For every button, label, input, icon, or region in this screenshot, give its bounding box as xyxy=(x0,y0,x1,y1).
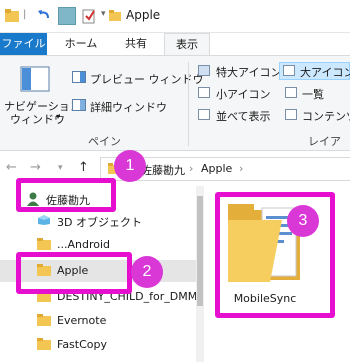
pane-group-label: ペイン xyxy=(88,135,121,148)
breadcrumb-apple[interactable]: Apple xyxy=(201,162,232,175)
ribbon: ナビゲーション ウィンドウ ▾ プレビュー ウィンドウ 詳細ウィンドウ ペイン … xyxy=(0,55,350,164)
layout-tiles[interactable]: 並べて表示 xyxy=(216,108,271,124)
details-pane-icon xyxy=(72,99,86,111)
new-folder-icon[interactable] xyxy=(81,7,97,25)
folder-icon xyxy=(5,9,19,22)
annotation-badge-3: 3 xyxy=(287,205,319,237)
scrollbar-thumb[interactable] xyxy=(197,196,203,306)
tab-view[interactable]: 表示 xyxy=(164,33,210,56)
details-pane-button[interactable]: 詳細ウィンドウ xyxy=(90,99,167,115)
window-title: Apple xyxy=(126,8,161,22)
layout-large-icons-selected[interactable]: 大アイコン xyxy=(279,62,350,80)
navigation-pane-button[interactable]: ナビゲーション ウィンドウ ▾ xyxy=(2,60,81,126)
list-icon xyxy=(285,87,297,98)
forward-icon[interactable]: → xyxy=(30,160,41,175)
tab-file[interactable]: ファイル xyxy=(0,33,47,55)
chevron-down-icon: ▾ xyxy=(56,112,61,121)
layout-small-icons[interactable]: 小アイコン xyxy=(216,86,270,102)
preview-pane-button[interactable]: プレビュー ウィンドウ xyxy=(90,71,204,87)
tab-home[interactable]: ホーム xyxy=(56,33,106,55)
folder-icon xyxy=(37,314,51,326)
3d-objects-icon xyxy=(38,215,50,225)
folder-icon xyxy=(37,238,51,250)
back-icon[interactable]: ← xyxy=(6,160,17,175)
annotation-highlight-user-folder xyxy=(16,178,116,212)
folder-icon xyxy=(109,10,121,21)
nav-item-3d-objects[interactable]: 3D オブジェクト xyxy=(0,210,196,232)
ribbon-divider xyxy=(188,62,189,146)
small-icons-icon xyxy=(198,87,210,98)
nav-item-label: Evernote xyxy=(57,314,107,327)
layout-extra-large-icons[interactable]: 特大アイコン xyxy=(216,64,281,80)
folder-icon xyxy=(37,338,51,350)
tab-share[interactable]: 共有 xyxy=(112,33,160,55)
up-icon[interactable]: ↑ xyxy=(78,160,89,175)
navigation-pane-icon xyxy=(20,66,50,92)
layout-large-icons: 大アイコン xyxy=(300,66,350,79)
annotation-badge-2: 2 xyxy=(131,256,163,288)
separator-icon: | xyxy=(23,9,27,20)
nav-item-label: FastCopy xyxy=(57,338,108,351)
annotation-highlight-mobilesync xyxy=(215,192,335,318)
layout-content[interactable]: コンテンツ xyxy=(302,108,350,124)
nav-item-label: ...Android xyxy=(57,238,111,251)
chevron-down-icon[interactable]: ▾ xyxy=(101,9,106,27)
properties-icon[interactable] xyxy=(58,7,76,25)
extra-large-icons-icon xyxy=(198,65,210,76)
breadcrumb-separator: › xyxy=(239,162,244,175)
nav-pane-scrollbar[interactable] xyxy=(196,186,204,362)
undo-icon[interactable] xyxy=(36,7,52,25)
breadcrumb-separator: › xyxy=(189,162,194,175)
content-icon xyxy=(285,109,297,120)
layout-list[interactable]: 一覧 xyxy=(302,86,324,102)
large-icons-icon xyxy=(283,65,295,76)
recent-locations-icon[interactable]: ▾ xyxy=(58,163,63,173)
ribbon-tabs: ファイル ホーム 共有 表示 xyxy=(0,33,350,56)
tiles-icon xyxy=(198,109,210,120)
nav-item-label: 3D オブジェクト xyxy=(57,216,142,229)
title-bar: | ▾ Apple xyxy=(0,0,350,33)
annotation-badge-1: 1 xyxy=(114,150,146,182)
breadcrumb-user[interactable]: 佐藤勘九 xyxy=(141,162,185,178)
nav-item-evernote[interactable]: Evernote xyxy=(0,310,196,332)
preview-pane-icon xyxy=(72,71,86,83)
annotation-highlight-apple-folder xyxy=(16,252,132,294)
nav-item-fastcopy[interactable]: FastCopy xyxy=(0,334,196,356)
